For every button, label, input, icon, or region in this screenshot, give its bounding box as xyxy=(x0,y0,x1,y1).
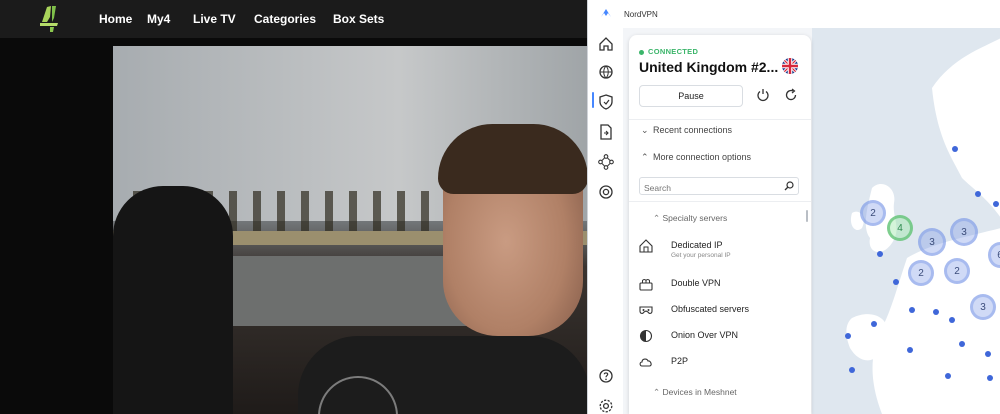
specialty-item-double-vpn[interactable]: Double VPN xyxy=(639,275,804,297)
item-label: Onion Over VPN xyxy=(671,330,739,340)
scrollbar[interactable] xyxy=(806,210,808,222)
nordvpn-logo-icon xyxy=(601,9,611,17)
more-options-toggle[interactable]: ⌃ More connection options xyxy=(641,152,751,163)
uk-flag-icon xyxy=(782,58,798,74)
specialty-servers-header[interactable]: ⌃ Specialty servers xyxy=(653,213,727,224)
reconnect-icon[interactable] xyxy=(784,88,798,102)
nav-live-tv[interactable]: Live TV xyxy=(193,12,236,26)
app-title: NordVPN xyxy=(624,10,658,19)
specialty-servers-label: Specialty servers xyxy=(662,213,728,223)
divider xyxy=(629,201,811,202)
connected-server-name: United Kingdom #2... xyxy=(639,59,779,75)
map-server-dots xyxy=(845,146,999,381)
search-box[interactable] xyxy=(639,177,799,196)
video-scene-person-left xyxy=(113,186,233,414)
nordvpn-window: NordVPN 2 4 3 3 2 2 3 6 xyxy=(587,0,1000,414)
nav-my4[interactable]: My4 xyxy=(147,12,170,26)
nav-home[interactable]: Home xyxy=(99,12,132,26)
settings-gear-icon[interactable] xyxy=(598,398,614,414)
shield-icon[interactable] xyxy=(598,94,614,110)
video-player[interactable] xyxy=(113,46,590,414)
item-label: Obfuscated servers xyxy=(671,304,750,314)
nav-box-sets[interactable]: Box Sets xyxy=(333,12,384,26)
status-dot xyxy=(639,49,644,55)
specialty-item-dedicated-ip[interactable]: Dedicated IP Get your personal IP xyxy=(639,237,804,259)
meshnet-icon[interactable] xyxy=(598,154,614,170)
channel4-logo-icon[interactable] xyxy=(38,6,62,32)
divider xyxy=(629,119,811,120)
nordvpn-titlebar: NordVPN xyxy=(588,0,1000,28)
onion-icon xyxy=(639,329,653,343)
video-scene-person-hair xyxy=(438,124,588,194)
house-icon xyxy=(639,239,653,253)
threat-protection-icon[interactable] xyxy=(598,184,614,200)
connection-panel: CONNECTED United Kingdom #2... Pause ⌄ Re… xyxy=(629,35,811,414)
specialty-item-p2p[interactable]: P2P xyxy=(639,353,804,375)
pause-button[interactable]: Pause xyxy=(639,85,743,107)
item-description: Get your personal IP xyxy=(671,252,731,259)
item-label: P2P xyxy=(671,356,689,366)
chevron-up-icon: ⌃ xyxy=(641,152,649,162)
p2p-cloud-icon xyxy=(639,358,652,367)
power-icon[interactable] xyxy=(756,88,770,102)
nav-rail xyxy=(588,28,623,414)
nav-categories[interactable]: Categories xyxy=(254,12,316,26)
mask-icon xyxy=(639,306,653,314)
devices-meshnet-label: Devices in Meshnet xyxy=(662,387,737,397)
home-icon[interactable] xyxy=(598,36,614,52)
chevron-down-icon: ⌄ xyxy=(641,125,649,135)
status-text: CONNECTED xyxy=(648,47,699,56)
search-icon xyxy=(784,181,794,191)
connection-status: CONNECTED xyxy=(639,47,698,56)
more-options-label: More connection options xyxy=(653,152,752,162)
file-share-icon[interactable] xyxy=(598,124,614,140)
recent-connections-toggle[interactable]: ⌄ Recent connections xyxy=(641,125,732,136)
double-lock-icon xyxy=(639,278,653,291)
help-icon[interactable] xyxy=(598,368,614,384)
specialty-item-onion[interactable]: Onion Over VPN xyxy=(639,327,804,349)
item-label: Dedicated IP xyxy=(671,240,723,250)
specialty-item-obfuscated[interactable]: Obfuscated servers xyxy=(639,301,804,323)
search-input[interactable] xyxy=(640,180,780,196)
globe-icon[interactable] xyxy=(598,64,614,80)
channel4-player-window: Home My4 Live TV Categories Box Sets xyxy=(0,0,590,414)
rail-active-indicator xyxy=(592,92,594,108)
devices-meshnet-header[interactable]: ⌃ Devices in Meshnet xyxy=(653,387,737,398)
item-label: Double VPN xyxy=(671,278,721,288)
recent-connections-label: Recent connections xyxy=(653,125,733,135)
server-map[interactable]: 2 4 3 3 2 2 3 6 xyxy=(812,28,1000,414)
c4-top-nav: Home My4 Live TV Categories Box Sets xyxy=(0,0,590,38)
